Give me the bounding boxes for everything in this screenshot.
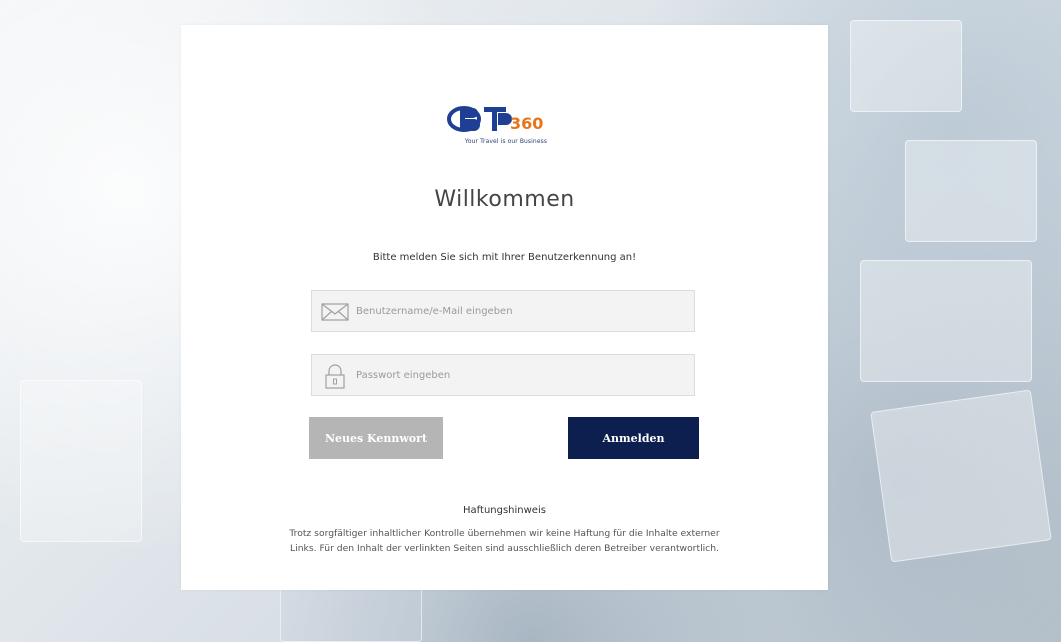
background-decor bbox=[905, 140, 1037, 242]
logo-tagline: Your Travel is our Business bbox=[464, 138, 548, 145]
background-decor bbox=[870, 389, 1052, 563]
login-button[interactable]: Anmelden bbox=[568, 417, 699, 459]
disclaimer-title: Haftungshinweis bbox=[463, 505, 546, 516]
username-input[interactable] bbox=[356, 291, 686, 331]
login-instruction: Bitte melden Sie sich mit Ihrer Benutzer… bbox=[372, 252, 637, 263]
password-field[interactable] bbox=[311, 354, 695, 396]
disclaimer-line: Links. Für den Inhalt der verlinkten Sei… bbox=[290, 543, 719, 554]
login-card: 360 Your Travel is our Business Willkomm… bbox=[181, 25, 828, 590]
password-input[interactable] bbox=[356, 355, 686, 395]
svg-text:360: 360 bbox=[510, 114, 543, 133]
company-logo: 360 Your Travel is our Business bbox=[446, 101, 566, 161]
envelope-icon bbox=[321, 303, 349, 321]
background-decor bbox=[860, 260, 1032, 382]
new-password-button[interactable]: Neues Kennwort bbox=[309, 417, 443, 459]
page-title: Willkommen bbox=[434, 187, 575, 212]
lock-icon bbox=[325, 364, 345, 389]
background-decor bbox=[20, 380, 142, 542]
disclaimer-line: Trotz sorgfältiger inhaltlicher Kontroll… bbox=[289, 528, 720, 539]
bt360-logo-icon: 360 bbox=[447, 106, 543, 133]
disclaimer-text: Trotz sorgfältiger inhaltlicher Kontroll… bbox=[181, 526, 828, 556]
background-decor bbox=[850, 20, 962, 112]
username-field[interactable] bbox=[311, 290, 695, 332]
